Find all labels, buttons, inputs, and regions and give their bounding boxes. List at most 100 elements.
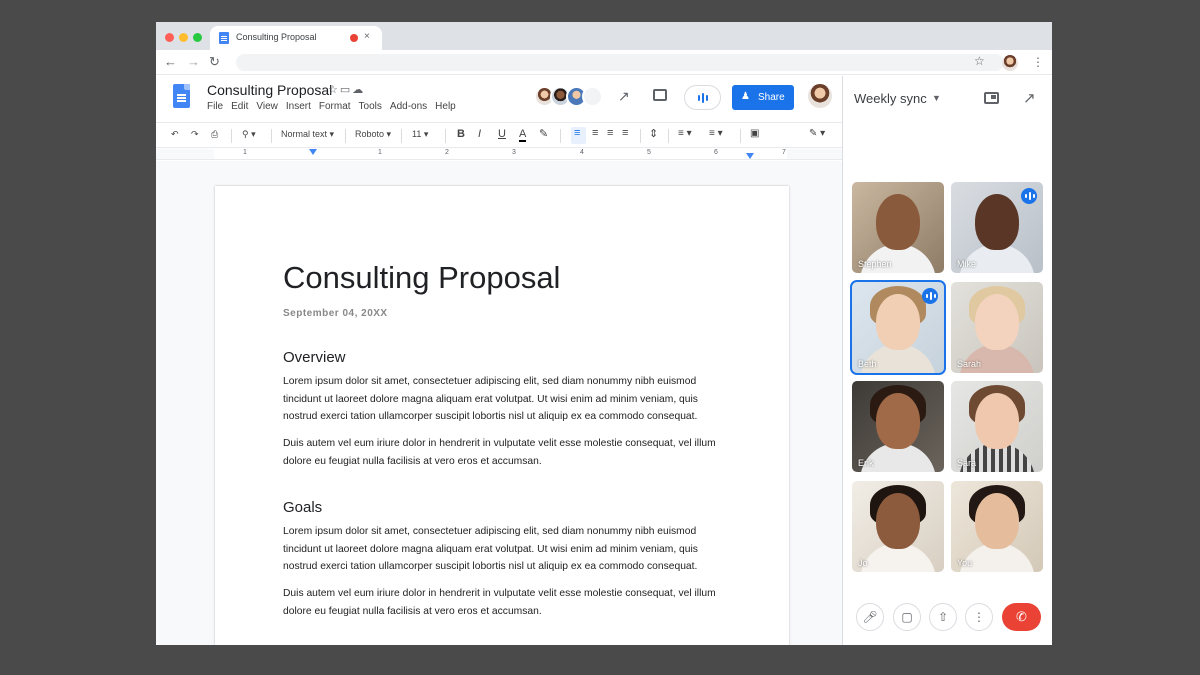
participant-tile-mike[interactable]: Mike: [951, 182, 1043, 273]
align-left-glyph: ≡: [574, 127, 581, 139]
forward-icon[interactable]: →: [187, 55, 200, 69]
participant-name: Sarah: [957, 359, 982, 369]
docs-favicon-icon: [219, 32, 229, 44]
zoom-icon[interactable]: ⚲ ▾: [242, 129, 256, 140]
participant-photo: [975, 493, 1019, 549]
meet-audio-button[interactable]: [684, 85, 721, 110]
address-bar[interactable]: [236, 54, 1004, 71]
participant-photo: [975, 393, 1019, 449]
menu-addons[interactable]: Add-ons: [390, 101, 427, 112]
bulleted-list-icon[interactable]: ≡ ▾: [678, 128, 692, 139]
participant-tile-beth[interactable]: Beth: [850, 280, 946, 375]
navigation-bar: ← → ↻ ☆ ⋮: [156, 50, 1052, 75]
font-dropdown[interactable]: Roboto ▾: [355, 129, 391, 140]
cloud-icon: ☁: [352, 84, 366, 96]
ruler-number: 5: [647, 149, 651, 156]
participant-name: Stephen: [858, 259, 892, 269]
participant-photo: [876, 393, 920, 449]
participant-name: Mike: [957, 259, 977, 269]
present-icon[interactable]: ⇧: [929, 603, 957, 631]
chevron-down-icon[interactable]: ▼: [932, 93, 941, 103]
image-icon[interactable]: ▣: [750, 128, 759, 139]
more-collaborators-icon[interactable]: [582, 86, 603, 107]
participant-tile-jo[interactable]: Jo: [852, 481, 944, 572]
print-icon[interactable]: ⎙: [211, 129, 218, 140]
menu-tools[interactable]: Tools: [359, 101, 382, 112]
menu-file[interactable]: File: [207, 101, 223, 112]
paragraph: Lorem ipsum dolor sit amet, consectetuer…: [283, 526, 698, 572]
docs-header: Consulting Proposal ☆▭☁ File Edit View I…: [156, 76, 842, 122]
participant-tile-erik[interactable]: Erik: [852, 381, 944, 472]
participant-tile-sarah[interactable]: Sarah: [951, 282, 1043, 373]
comment-icon[interactable]: [653, 89, 667, 101]
more-vert-icon[interactable]: ⋮: [965, 603, 993, 631]
left-indent-marker[interactable]: [309, 149, 317, 155]
style-value: Normal text: [281, 129, 328, 139]
style-dropdown[interactable]: Normal text ▾: [281, 129, 334, 140]
audio-level-icon: [698, 93, 708, 103]
document-page[interactable]: Consulting Proposal September 04, 20XX O…: [215, 186, 789, 645]
folder-icon[interactable]: ▭: [340, 84, 352, 96]
close-window-button[interactable]: [165, 33, 174, 42]
account-avatar[interactable]: [808, 84, 832, 108]
font-size-value: 11: [412, 129, 422, 139]
reload-icon[interactable]: ↻: [209, 55, 220, 69]
participant-photo: [975, 194, 1019, 250]
ruler-active-area: [214, 149, 787, 159]
menu-edit[interactable]: Edit: [231, 101, 248, 112]
profile-avatar[interactable]: [1002, 55, 1018, 71]
highlight-icon[interactable]: ✎: [539, 127, 548, 140]
ruler-number: 4: [580, 149, 584, 156]
participant-photo: [876, 194, 920, 250]
line-spacing-icon[interactable]: ⇕: [649, 127, 658, 140]
back-icon[interactable]: ←: [164, 55, 177, 69]
picture-in-picture-icon[interactable]: [984, 92, 999, 104]
more-vert-icon[interactable]: ⋮: [1032, 55, 1044, 69]
participant-name: Sara: [957, 458, 977, 468]
tab-title: Consulting Proposal: [236, 32, 317, 42]
participant-tile-sara[interactable]: Sara: [951, 381, 1043, 472]
ruler-number: 1: [378, 149, 382, 156]
numbered-list-icon[interactable]: ≡ ▾: [709, 128, 723, 139]
align-center-icon[interactable]: ≡: [592, 127, 598, 139]
menu-insert[interactable]: Insert: [286, 101, 311, 112]
bold-icon[interactable]: B: [457, 128, 465, 140]
editing-mode-icon[interactable]: ✎ ▾: [809, 128, 825, 139]
trending-up-icon[interactable]: ↗: [618, 88, 630, 105]
minimize-window-button[interactable]: [179, 33, 188, 42]
browser-tab[interactable]: Consulting Proposal ×: [210, 26, 382, 50]
document-title[interactable]: Consulting Proposal: [207, 82, 332, 98]
mic-icon[interactable]: 🎤︎: [856, 603, 884, 631]
ruler-number: 7: [782, 149, 786, 156]
participant-name: Beth: [858, 359, 877, 369]
open-in-new-icon[interactable]: ↗: [1023, 89, 1036, 107]
share-button[interactable]: ♟ Share: [732, 85, 794, 110]
hangup-icon[interactable]: ✆: [1002, 603, 1041, 631]
maximize-window-button[interactable]: [193, 33, 202, 42]
camera-icon[interactable]: ▢: [893, 603, 921, 631]
paragraph: Duis autem vel eum iriure dolor in hendr…: [283, 438, 716, 467]
menu-help[interactable]: Help: [435, 101, 456, 112]
participant-tile-you[interactable]: You: [951, 481, 1043, 572]
star-icon[interactable]: ☆: [328, 84, 340, 96]
section-title: Overview: [283, 349, 346, 366]
star-icon[interactable]: ☆: [974, 54, 985, 68]
meeting-title[interactable]: Weekly sync: [854, 91, 927, 106]
text-color-icon[interactable]: A: [519, 128, 527, 142]
docs-logo-icon[interactable]: [173, 84, 190, 108]
ruler-number: 3: [512, 149, 516, 156]
people-icon: ♟: [741, 91, 750, 102]
justify-icon[interactable]: ≡: [622, 127, 628, 139]
align-right-icon[interactable]: ≡: [607, 127, 613, 139]
right-indent-marker[interactable]: [746, 153, 754, 159]
italic-icon[interactable]: I: [478, 128, 481, 140]
formatting-toolbar: ↶ ↷ ⎙ ⚲ ▾ Normal text ▾ Roboto ▾ 11 ▾ B …: [156, 122, 842, 148]
tab-close-button[interactable]: ×: [364, 31, 370, 42]
redo-icon[interactable]: ↷: [191, 129, 199, 140]
underline-icon[interactable]: U: [498, 128, 506, 140]
font-size-dropdown[interactable]: 11 ▾: [412, 129, 428, 140]
menu-format[interactable]: Format: [319, 101, 351, 112]
undo-icon[interactable]: ↶: [171, 129, 179, 140]
participant-tile-stephen[interactable]: Stephen: [852, 182, 944, 273]
menu-view[interactable]: View: [256, 101, 278, 112]
